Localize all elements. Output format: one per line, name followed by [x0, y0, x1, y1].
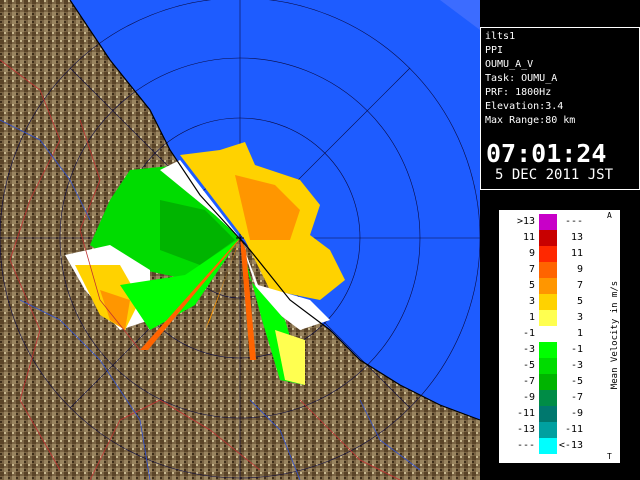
legend-lower-value: 1: [528, 312, 535, 323]
velocity-legend: A T Mean Velocity in m/s >13 --- 11 13 9 11 7 9…: [499, 210, 620, 463]
legend-lower-value: -1: [522, 328, 535, 339]
legend-upper-value: -11: [564, 424, 583, 435]
elevation-value: Elevation:3.4: [485, 101, 564, 112]
legend-lower-value: 9: [528, 248, 535, 259]
legend-color-swatch: [539, 230, 557, 246]
legend-upper-value: 7: [576, 280, 583, 291]
legend-corner-bottom: T: [607, 452, 612, 461]
legend-upper-value: -3: [570, 360, 583, 371]
legend-color-swatch: [539, 246, 557, 262]
legend-color-swatch: [539, 214, 557, 230]
legend-color-swatch: [539, 310, 557, 326]
info-panel: ilts1 PPI OUMU_A_V Task: OUMU_A PRF: 180…: [480, 27, 640, 190]
legend-upper-value: -7: [570, 392, 583, 403]
max-range-value: Max Range:80 km: [485, 115, 576, 126]
legend-row: -1 1: [499, 326, 620, 342]
legend-lower-value: -11: [516, 408, 535, 419]
legend-upper-value: ---: [564, 216, 583, 227]
legend-row: 57: [499, 278, 620, 294]
legend-upper-value: 13: [570, 232, 583, 243]
legend-upper-value: -9: [570, 408, 583, 419]
legend-lower-value: -3: [522, 344, 535, 355]
legend-lower-value: -9: [522, 392, 535, 403]
legend-color-swatch: [539, 374, 557, 390]
scan-type: PPI: [485, 45, 504, 56]
legend-upper-value: -5: [570, 376, 583, 387]
prf-value: PRF: 1800Hz: [485, 87, 552, 98]
legend-row: 11 13: [499, 230, 620, 246]
legend-lower-value: 7: [528, 264, 535, 275]
legend-upper-value: 5: [576, 296, 583, 307]
legend-color-swatch: [539, 342, 557, 358]
legend-color-swatch: [539, 358, 557, 374]
legend-row: >13 ---: [499, 214, 620, 230]
legend-lower-value: 5: [528, 280, 535, 291]
legend-color-swatch: [539, 406, 557, 422]
legend-upper-value: 11: [570, 248, 583, 259]
legend-row: -11 -9: [499, 406, 620, 422]
legend-row: -7 -5: [499, 374, 620, 390]
legend-upper-value: -1: [570, 344, 583, 355]
legend-lower-value: 11: [522, 232, 535, 243]
legend-row: --- <-13: [499, 438, 620, 454]
radar-map[interactable]: [0, 0, 480, 480]
legend-row: -13 -11: [499, 422, 620, 438]
task-name: Task: OUMU_A: [485, 73, 558, 84]
legend-color-swatch: [539, 262, 557, 278]
site-name: ilts1: [485, 31, 516, 42]
legend-color-swatch: [539, 438, 557, 454]
legend-row: 13: [499, 310, 620, 326]
legend-row: 9 11: [499, 246, 620, 262]
legend-row: 79: [499, 262, 620, 278]
product-name: OUMU_A_V: [485, 59, 534, 70]
legend-lower-value: -7: [522, 376, 535, 387]
legend-lower-value: -5: [522, 360, 535, 371]
legend-row: -9 -7: [499, 390, 620, 406]
legend-upper-value: 3: [576, 312, 583, 323]
legend-upper-value: 1: [576, 328, 583, 339]
scan-time: 07:01:24: [486, 139, 607, 168]
legend-color-swatch: [539, 294, 557, 310]
legend-color-swatch: [539, 278, 557, 294]
legend-upper-value: 9: [576, 264, 583, 275]
legend-lower-value: ---: [516, 440, 535, 451]
legend-lower-value: >13: [516, 216, 535, 227]
legend-lower-value: -13: [516, 424, 535, 435]
legend-row: -3 -1: [499, 342, 620, 358]
legend-color-swatch: [539, 422, 557, 438]
legend-color-swatch: [539, 326, 557, 342]
legend-color-swatch: [539, 390, 557, 406]
legend-row: -5 -3: [499, 358, 620, 374]
legend-row: 35: [499, 294, 620, 310]
scan-date: 5 DEC 2011 JST: [495, 167, 614, 183]
legend-upper-value: <-13: [558, 440, 583, 451]
legend-lower-value: 3: [528, 296, 535, 307]
